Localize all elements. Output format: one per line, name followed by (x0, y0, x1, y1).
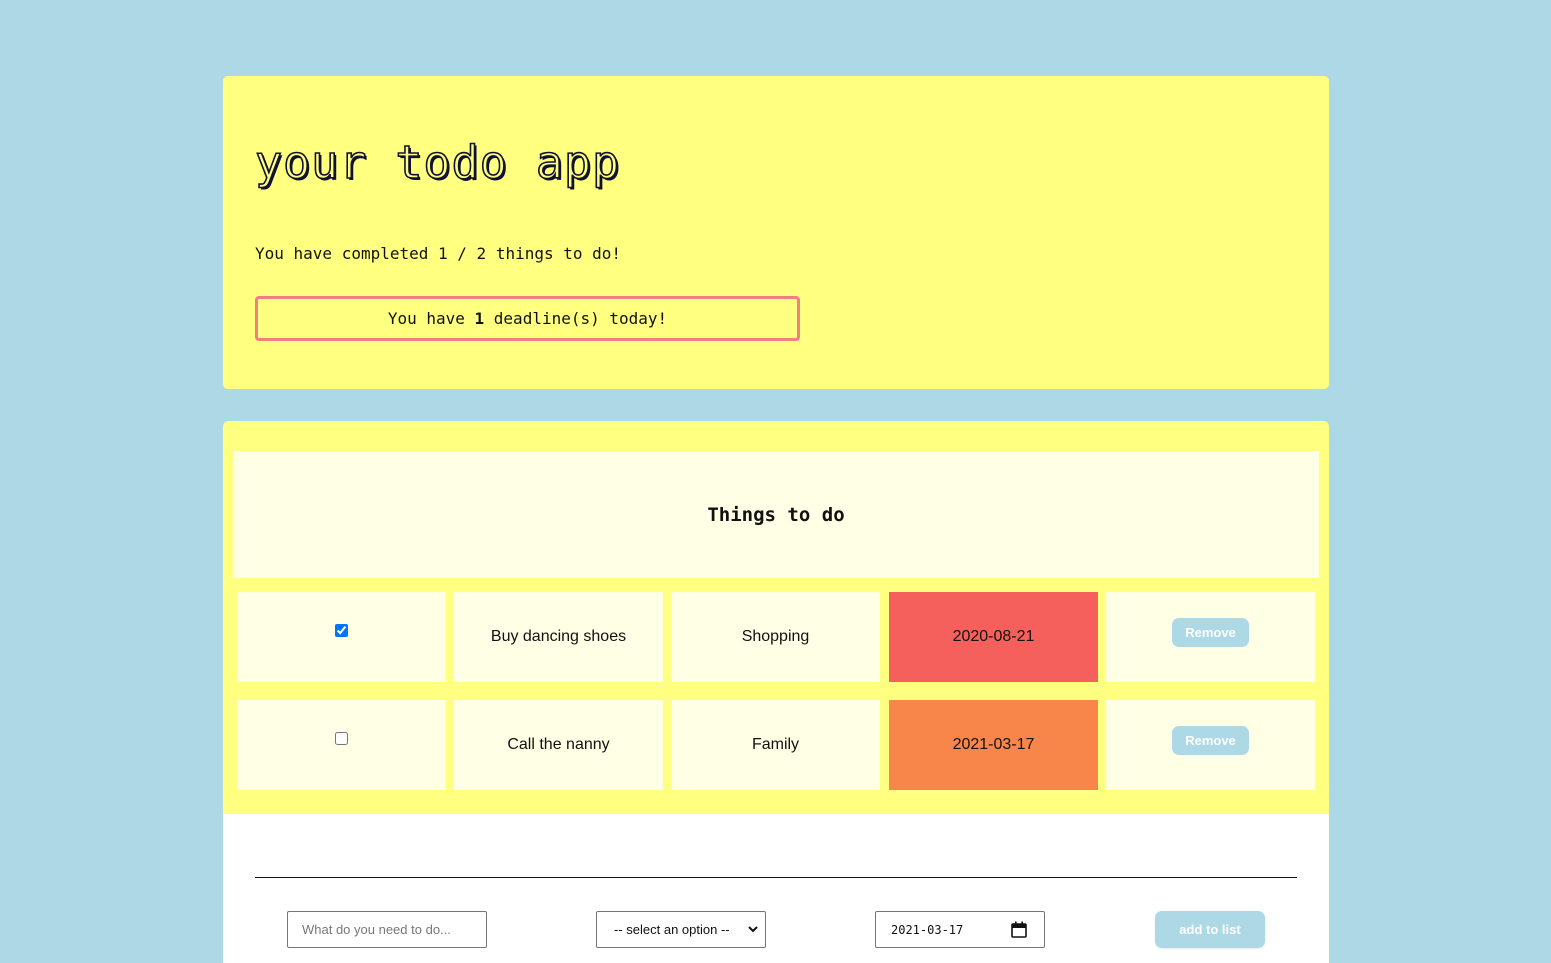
category-select[interactable]: -- select an option -- (596, 911, 766, 948)
todo-row: Call the nanny Family 2021-03-17 Remove (237, 700, 1315, 790)
deadline-count: 1 (474, 309, 485, 328)
add-to-list-button[interactable]: add to list (1155, 911, 1265, 948)
app-title: your todo app (254, 136, 621, 189)
task-input[interactable] (287, 911, 487, 948)
category-cell: Shopping (671, 592, 880, 682)
chevron-down-icon (748, 926, 758, 933)
done-cell (237, 700, 446, 790)
date-cell: 2021-03-17 (889, 700, 1098, 790)
deadline-prefix: You have (387, 309, 475, 328)
task-cell: Call the nanny (454, 700, 663, 790)
done-checkbox[interactable] (335, 732, 348, 745)
header-card: your todo app You have completed 1 / 2 t… (223, 76, 1329, 389)
page: your todo app You have completed 1 / 2 t… (0, 0, 1551, 963)
remove-button[interactable]: Remove (1172, 726, 1249, 755)
remove-cell: Remove (1106, 592, 1315, 682)
task-cell: Buy dancing shoes (454, 592, 663, 682)
deadline-suffix: deadline(s) today! (484, 309, 668, 328)
deadline-alert: You have 1 deadline(s) today! (255, 296, 800, 341)
date-input[interactable]: 2021-03-17 (875, 911, 1045, 948)
completed-count-text: You have completed 1 / 2 things to do! (255, 244, 622, 263)
calendar-icon[interactable] (1011, 921, 1027, 938)
date-cell: 2020-08-21 (889, 592, 1098, 682)
category-cell: Family (671, 700, 880, 790)
add-todo-form: -- select an option -- 2021-03-17 add to… (223, 814, 1329, 963)
remove-cell: Remove (1106, 700, 1315, 790)
todo-list-card: Things to do Buy dancing shoes Shopping … (223, 421, 1329, 814)
todo-row: Buy dancing shoes Shopping 2020-08-21 Re… (237, 592, 1315, 682)
date-input-value: 2021-03-17 (891, 922, 964, 937)
done-cell (237, 592, 446, 682)
remove-button[interactable]: Remove (1172, 618, 1249, 647)
done-checkbox[interactable] (335, 624, 348, 637)
form-divider (255, 877, 1297, 878)
list-heading: Things to do (233, 451, 1319, 578)
category-select-value: -- select an option -- (614, 922, 730, 937)
